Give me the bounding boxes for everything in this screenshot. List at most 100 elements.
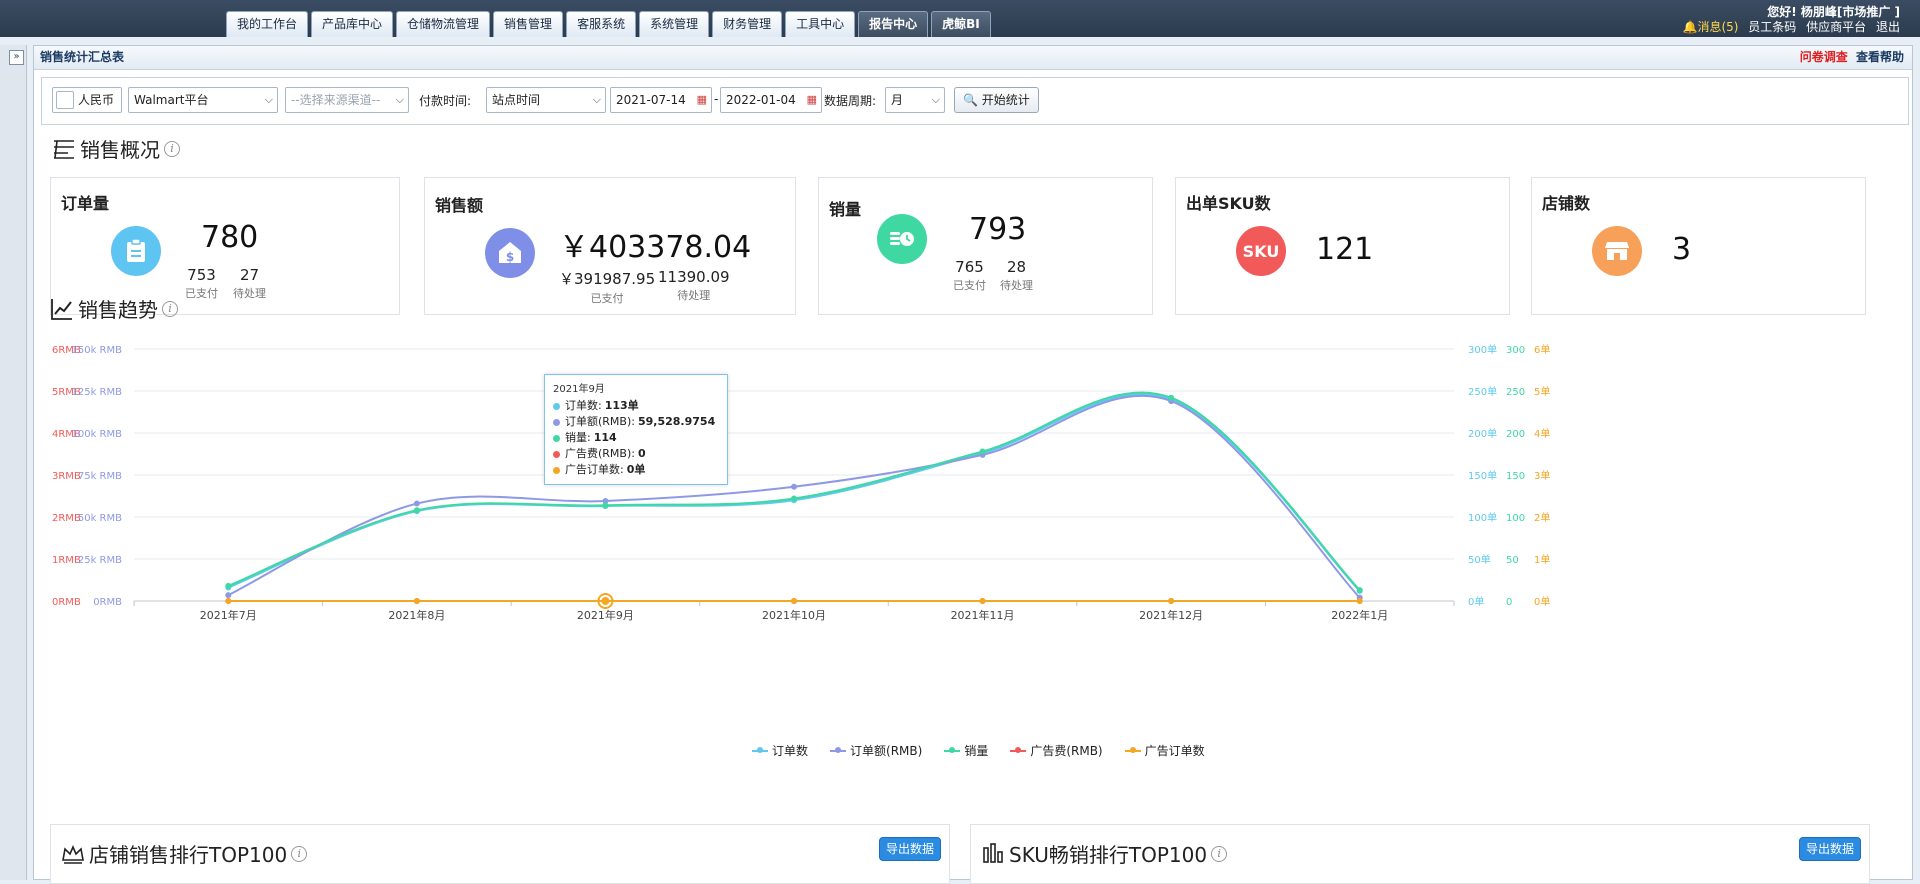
volume-card: 销量 793 765 已支付 28 待处理	[818, 177, 1153, 315]
chevron-down-icon: ⌵	[931, 93, 940, 106]
y-tick-label: 100	[1506, 513, 1525, 524]
tooltip-dot	[553, 466, 560, 474]
checkbox-icon[interactable]	[56, 91, 74, 109]
help-link[interactable]: 查看帮助	[1856, 50, 1904, 64]
tab-system-management[interactable]: 系统管理	[639, 11, 710, 37]
dollar-house-icon: $	[485, 228, 535, 278]
y-tick-label: 150k RMB	[72, 345, 123, 356]
currency-toggle[interactable]: 人民币	[52, 87, 122, 113]
employee-barcode-link[interactable]: 员工条码	[1748, 20, 1796, 34]
currency-label: 人民币	[78, 93, 115, 107]
orders-paid-value: 753	[187, 266, 216, 284]
y-tick-label: 2RMB	[52, 513, 81, 524]
calendar-icon[interactable]: ▦	[807, 88, 817, 112]
info-icon[interactable]: i	[1211, 845, 1228, 862]
volume-pending-label: 待处理	[1000, 279, 1033, 292]
legend-item-ad-orders[interactable]: 广告订单数	[1124, 742, 1205, 759]
coins-clock-icon	[877, 214, 927, 264]
tab-workbench[interactable]: 我的工作台	[226, 11, 309, 37]
orders-total: 780	[201, 220, 259, 255]
y-tick-label: 0RMB	[93, 597, 122, 608]
orders-pending-label: 待处理	[233, 287, 266, 300]
sku-card: 出单SKU数 SKU 121	[1175, 177, 1510, 315]
info-icon[interactable]: i	[162, 300, 178, 317]
x-tick-label: 2021年8月	[388, 608, 445, 622]
y-tick-label: 0RMB	[52, 597, 81, 608]
page-title: 销售统计汇总表	[40, 50, 125, 64]
legend-item-volume[interactable]: 销量	[944, 742, 988, 759]
volume-pending: 28 待处理	[1000, 258, 1033, 293]
user-info: 您好! 杨朋峰[市场推广 ] 🔔消息(5) 员工条码 供应商平台 退出	[1677, 5, 1900, 35]
sku-rank-title: SKU畅销排行TOP100	[1009, 843, 1208, 867]
sku-rank-header: SKU畅销排行TOP100 i	[981, 839, 1228, 868]
tooltip-title: 2021年9月	[553, 384, 605, 395]
y-tick-label: 25k RMB	[78, 555, 122, 566]
tab-finance[interactable]: 财务管理	[712, 11, 783, 37]
logout-link[interactable]: 退出	[1876, 20, 1900, 34]
orders-paid-label: 已支付	[185, 287, 218, 300]
start-date-input[interactable]: 2021-07-14 ▦	[610, 87, 712, 113]
tab-sales-management[interactable]: 销售管理	[493, 11, 564, 37]
chevron-down-icon: ⌵	[592, 93, 601, 106]
legend-item-orders[interactable]: 订单数	[752, 742, 808, 759]
y-tick-label: 100k RMB	[72, 429, 123, 440]
shop-rank-title: 店铺销售排行TOP100	[89, 843, 288, 867]
supplier-platform-link[interactable]: 供应商平台	[1806, 20, 1866, 34]
series-point	[225, 582, 232, 589]
y-tick-label: 300	[1506, 345, 1525, 356]
legend-item-order-amount[interactable]: 订单额(RMB)	[830, 742, 922, 759]
tab-customer-service[interactable]: 客服系统	[566, 11, 637, 37]
series-point	[1168, 598, 1175, 604]
time-type-select[interactable]: 站点时间 ⌵	[486, 87, 606, 113]
info-icon[interactable]: i	[164, 140, 180, 157]
series-point	[225, 592, 232, 599]
chart-legend: 订单数 订单额(RMB) 销量 广告费(RMB) 广告订单数	[752, 742, 1205, 759]
y-tick-label: 4单	[1534, 428, 1550, 440]
main-nav: 我的工作台 产品库中心 仓储物流管理 销售管理 客服系统 系统管理 财务管理 工…	[226, 11, 991, 37]
tab-warehouse-logistics[interactable]: 仓储物流管理	[396, 11, 491, 37]
survey-link[interactable]: 问卷调查	[1800, 50, 1848, 64]
tooltip-label: 订单数:	[565, 399, 602, 412]
filter-bar: 人民币 Walmart平台 ⌵ --选择来源渠道-- ⌵ 付款时间: 站点时间 ⌵ 2…	[41, 77, 1909, 125]
start-stat-button[interactable]: 🔍 开始统计	[954, 87, 1039, 113]
user-greeting: 您好! 杨朋峰[市场推广 ]	[1767, 5, 1900, 19]
list-icon	[54, 139, 74, 159]
chevron-down-icon: ⌵	[395, 93, 404, 106]
shop-rank-panel: 店铺销售排行TOP100 i 导出数据	[50, 824, 950, 884]
page-title-bar: 销售统计汇总表 问卷调查 查看帮助	[34, 46, 1912, 70]
period-select[interactable]: 月 ⌵	[885, 87, 945, 113]
series-point	[791, 483, 797, 490]
top-bar: 我的工作台 产品库中心 仓储物流管理 销售管理 客服系统 系统管理 财务管理 工…	[0, 0, 1920, 37]
sales-paid-value: ￥391987.95	[559, 270, 656, 288]
bell-icon: 🔔	[1682, 20, 1698, 34]
platform-select[interactable]: Walmart平台 ⌵	[128, 87, 278, 113]
tab-tools[interactable]: 工具中心	[785, 11, 856, 37]
y-tick-label: 50	[1506, 555, 1519, 566]
channel-select[interactable]: --选择来源渠道-- ⌵	[285, 87, 409, 113]
messages-link[interactable]: 消息(5)	[1697, 20, 1738, 34]
tab-report-center[interactable]: 报告中心	[858, 11, 929, 37]
volume-total: 793	[969, 212, 1027, 247]
orders-pending-value: 27	[239, 266, 260, 284]
end-date-input[interactable]: 2022-01-04 ▦	[720, 87, 822, 113]
volume-pending-value: 28	[1006, 258, 1027, 276]
main-content: 销售统计汇总表 问卷调查 查看帮助 人民币 Walmart平台 ⌵ --选择来源渠…	[33, 45, 1914, 884]
tooltip-value: 59,528.9754	[637, 415, 716, 428]
legend-swatch	[1010, 746, 1027, 753]
calendar-icon[interactable]: ▦	[697, 88, 707, 112]
series-point	[979, 448, 986, 455]
legend-label: 广告订单数	[1144, 744, 1205, 758]
tab-bi[interactable]: 虎鲸BI	[931, 11, 991, 37]
volume-paid-label: 已支付	[953, 279, 986, 292]
export-sku-rank-button[interactable]: 导出数据	[1798, 837, 1861, 861]
x-tick-label: 2021年11月	[951, 608, 1015, 622]
legend-item-ad-cost[interactable]: 广告费(RMB)	[1010, 742, 1103, 759]
tab-product-center[interactable]: 产品库中心	[311, 11, 394, 37]
info-icon[interactable]: i	[291, 845, 308, 862]
y-tick-label: 150	[1506, 471, 1525, 482]
export-shop-rank-button[interactable]: 导出数据	[878, 837, 941, 861]
crown-icon	[62, 844, 84, 864]
sales-trend-chart[interactable]: 2021年7月 2021年8月 2021年9月 2021年10月 2021年11月 202…	[34, 336, 1914, 676]
platform-value: Walmart平台	[134, 93, 209, 107]
expand-sidebar-button[interactable]: »	[9, 50, 24, 65]
